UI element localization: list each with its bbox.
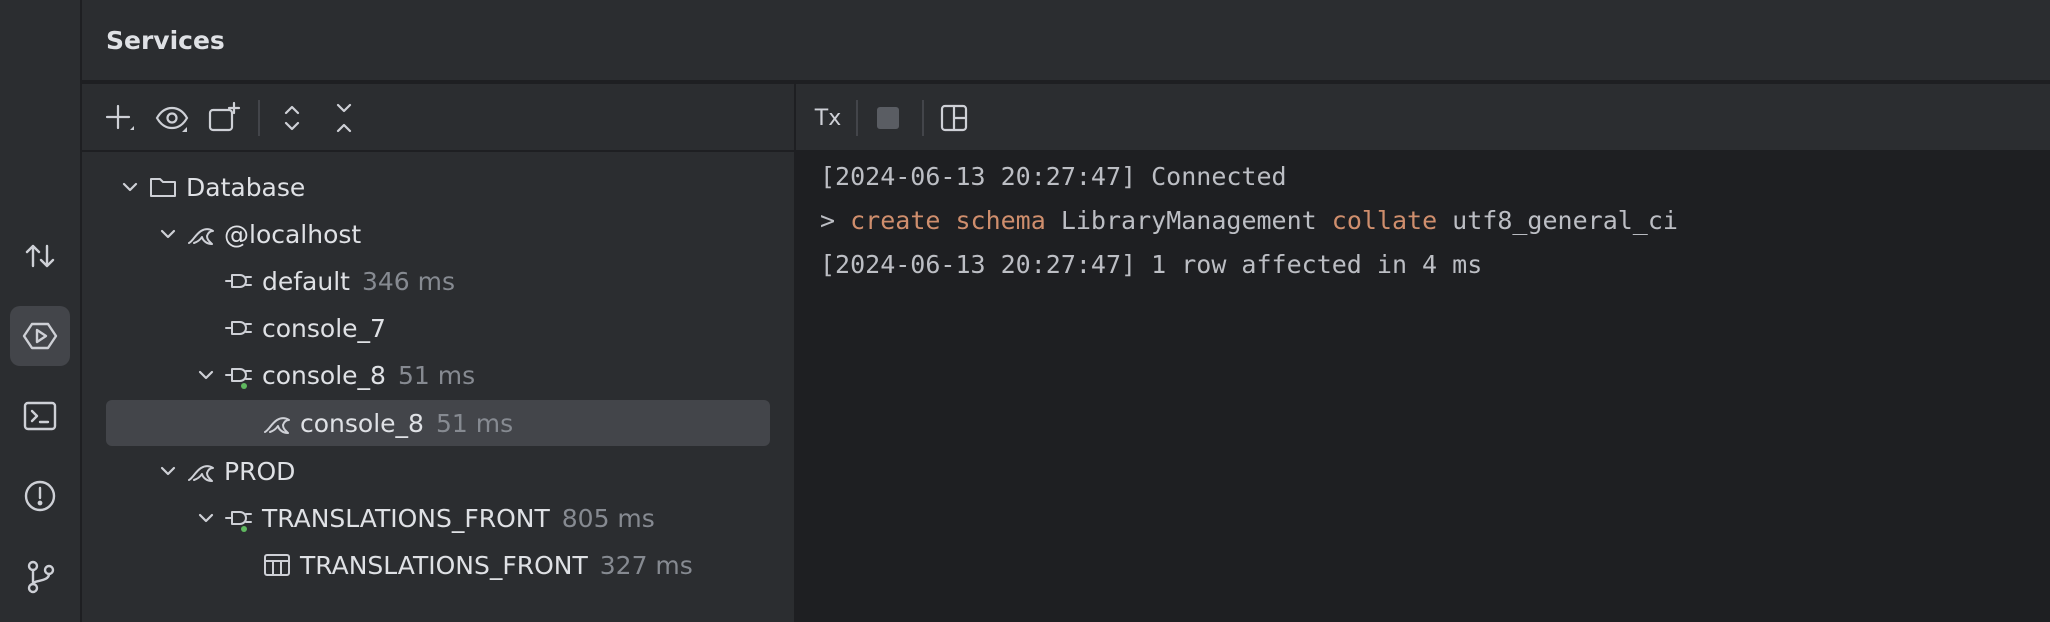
tree-label: console_8 bbox=[300, 408, 424, 438]
tool-window-strip bbox=[0, 0, 82, 622]
execution-time: 327 ms bbox=[599, 550, 693, 580]
tree-label-group: console_8 51 ms bbox=[300, 409, 513, 438]
view-options-icon[interactable] bbox=[152, 98, 192, 138]
tree-node-translations-front[interactable]: TRANSLATIONS_FRONT 805 ms bbox=[106, 495, 770, 541]
session-plug-icon bbox=[225, 274, 252, 288]
tree-node-prod[interactable]: PROD bbox=[106, 448, 770, 494]
chevron-down-icon[interactable] bbox=[156, 459, 180, 483]
tree-label: @localhost bbox=[224, 219, 362, 249]
terminal-icon[interactable] bbox=[10, 386, 70, 446]
tree-node-translations-front-table[interactable]: TRANSLATIONS_FRONT 327 ms bbox=[106, 542, 770, 588]
git-icon[interactable] bbox=[10, 546, 70, 606]
stop-icon[interactable] bbox=[868, 98, 908, 138]
tree-label: default bbox=[262, 266, 350, 296]
services-tree-pane: Database @localhost default 346 ms consol… bbox=[82, 84, 794, 622]
services-header: Services bbox=[82, 0, 2050, 82]
tree-toolbar bbox=[82, 84, 794, 152]
tree-label: TRANSLATIONS_FRONT bbox=[300, 550, 588, 580]
execution-time: 346 ms bbox=[361, 266, 456, 296]
tree-node-console-8-child[interactable]: console_8 51 ms bbox=[106, 400, 770, 446]
identifier: LibraryManagement bbox=[1045, 206, 1332, 235]
tx-mode-icon[interactable]: Tx bbox=[808, 98, 848, 138]
execution-time: 51 ms bbox=[397, 360, 476, 390]
problems-icon[interactable] bbox=[10, 466, 70, 526]
tree-label-group: TRANSLATIONS_FRONT 805 ms bbox=[262, 504, 655, 533]
tree-label: Database bbox=[186, 172, 306, 202]
identifier: utf8_general_ci bbox=[1437, 206, 1678, 235]
collapse-all-icon[interactable] bbox=[324, 98, 364, 138]
chevron-down-icon[interactable] bbox=[156, 222, 180, 246]
mysql-dolphin-icon bbox=[188, 228, 214, 245]
chevron-down-icon[interactable] bbox=[194, 363, 218, 387]
toolbar-separator bbox=[258, 100, 260, 136]
session-plug-active-icon bbox=[225, 368, 252, 389]
tree-node-console-8[interactable]: console_8 51 ms bbox=[106, 352, 770, 398]
transfer-icon[interactable] bbox=[10, 226, 70, 286]
add-icon[interactable] bbox=[100, 98, 140, 138]
execution-time: 51 ms bbox=[435, 408, 514, 438]
keyword: create schema bbox=[850, 206, 1046, 235]
services-icon[interactable] bbox=[10, 306, 70, 366]
tree-label: console_8 bbox=[262, 360, 386, 390]
session-plug-active-icon bbox=[225, 511, 252, 532]
new-group-icon[interactable] bbox=[204, 98, 244, 138]
mysql-dolphin-icon bbox=[264, 417, 290, 434]
chevron-down-icon[interactable] bbox=[118, 175, 142, 199]
tree-node-default[interactable]: default 346 ms bbox=[106, 258, 770, 304]
mysql-dolphin-icon bbox=[188, 465, 214, 482]
execution-time: 805 ms bbox=[561, 503, 655, 533]
tree-node-console-7[interactable]: console_7 bbox=[106, 305, 770, 351]
session-plug-icon bbox=[225, 321, 252, 335]
tree-node-database[interactable]: Database bbox=[106, 164, 770, 210]
prompt: > bbox=[820, 206, 851, 235]
expand-all-icon[interactable] bbox=[272, 98, 312, 138]
tree-label: console_7 bbox=[262, 313, 386, 343]
tree-label-group: default 346 ms bbox=[262, 267, 455, 296]
layout-icon[interactable] bbox=[934, 98, 974, 138]
console-output[interactable]: [2024-06-13 20:27:47] Connected > create… bbox=[796, 152, 2050, 622]
tx-label: Tx bbox=[814, 105, 842, 131]
console-line: [2024-06-13 20:27:47] 1 row affected in … bbox=[820, 250, 1483, 279]
keyword: collate bbox=[1331, 206, 1438, 235]
tree-label: PROD bbox=[224, 456, 296, 486]
folder-icon bbox=[150, 178, 176, 197]
console-command-line: > create schema LibraryManagement collat… bbox=[820, 206, 1678, 235]
toolbar-separator bbox=[922, 100, 924, 136]
toolbar-separator bbox=[856, 100, 858, 136]
console-toolbar: Tx bbox=[796, 84, 2050, 152]
tree-label-group: console_8 51 ms bbox=[262, 361, 475, 390]
console-line: [2024-06-13 20:27:47] Connected bbox=[820, 162, 1287, 191]
chevron-down-icon[interactable] bbox=[194, 506, 218, 530]
tree-node-localhost[interactable]: @localhost bbox=[106, 211, 770, 257]
panel-title: Services bbox=[106, 26, 225, 55]
tree-label-group: TRANSLATIONS_FRONT 327 ms bbox=[300, 551, 693, 580]
tree-label: TRANSLATIONS_FRONT bbox=[262, 503, 550, 533]
table-icon bbox=[264, 554, 290, 576]
